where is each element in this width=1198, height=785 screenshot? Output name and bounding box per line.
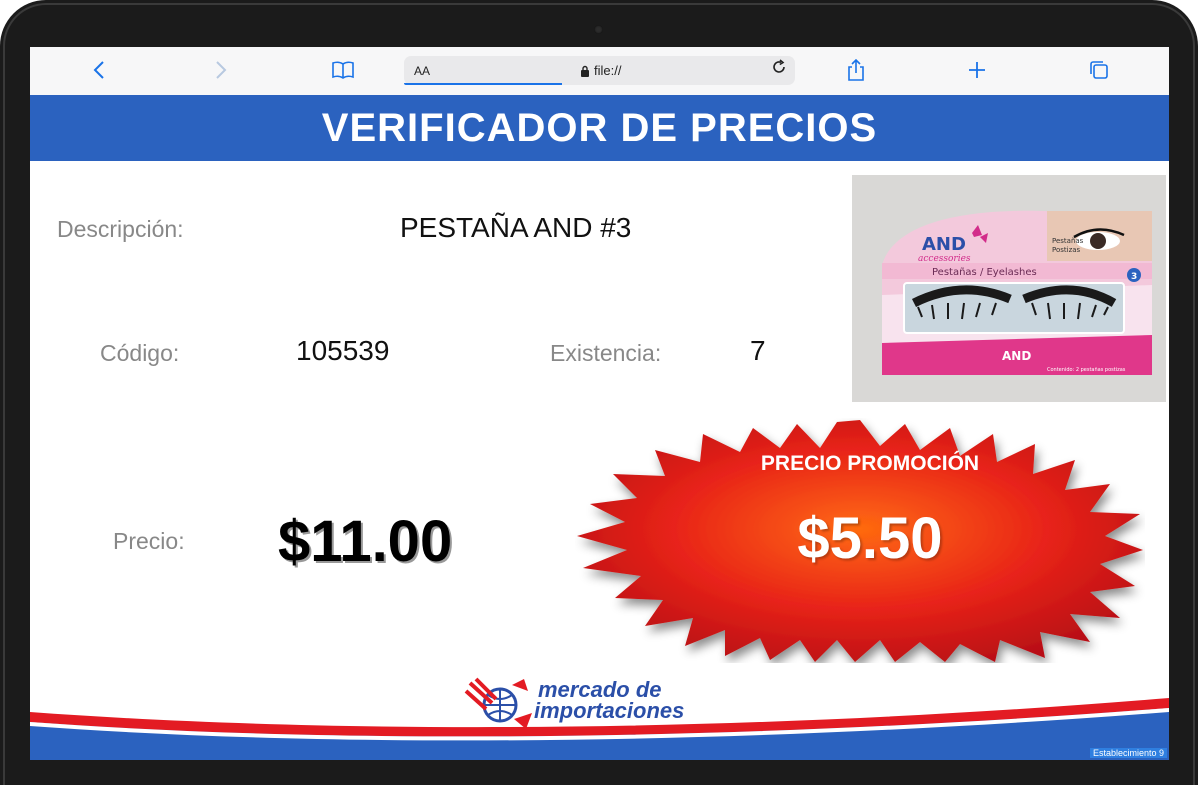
logo-text-line2: importaciones (534, 698, 685, 723)
tabs-icon[interactable] (1086, 57, 1112, 83)
promo-price: $5.50 (797, 506, 943, 571)
product-number-text: 3 (1131, 272, 1137, 282)
bookmarks-icon[interactable] (330, 57, 356, 83)
product-content-text: Contenido: 2 pestañas postizas (1047, 367, 1126, 373)
description-value: PESTAÑA AND #3 (400, 212, 632, 243)
regular-price: $11.00 (278, 509, 453, 574)
screen: AA file:// VERIFICADOR DE PRECIOS Descri… (30, 47, 1169, 760)
share-icon[interactable] (843, 57, 869, 83)
camera-icon (594, 25, 603, 34)
stock-value: 7 (750, 335, 766, 366)
price-label: Precio: (113, 528, 185, 554)
product-logo-small: AND (1002, 349, 1031, 363)
stock-label: Existencia: (550, 340, 662, 366)
browser-toolbar: AA file:// (30, 47, 1169, 96)
product-strip-text: Pestañas / Eyelashes (932, 267, 1037, 278)
logo-globe-icon (464, 677, 532, 729)
product-image: Pestañas / Eyelashes 3 AND accessories P… (852, 175, 1166, 402)
product-brand-text: AND (922, 234, 966, 255)
store-badge: Establecimiento 9 (1089, 748, 1167, 758)
lock-icon (581, 65, 589, 77)
reader-aa-button[interactable]: AA (414, 64, 430, 78)
product-line2-text: Postizas (1052, 246, 1081, 254)
url-text: file:// (594, 63, 622, 78)
price-checker-page: VERIFICADOR DE PRECIOS Descripción: PEST… (30, 95, 1169, 760)
new-tab-icon[interactable] (964, 57, 990, 83)
product-line1-text: Pestañas (1052, 237, 1084, 245)
device-frame: AA file:// VERIFICADOR DE PRECIOS Descri… (0, 0, 1198, 785)
back-icon[interactable] (86, 57, 112, 83)
url-display: file:// (580, 63, 621, 78)
address-bar[interactable]: AA file:// (404, 56, 795, 85)
product-brand-sub-text: accessories (918, 254, 971, 264)
page-title: VERIFICADOR DE PRECIOS (321, 105, 878, 150)
forward-icon[interactable] (208, 57, 234, 83)
description-label: Descripción: (57, 216, 184, 242)
code-value: 105539 (296, 335, 390, 366)
code-label: Código: (100, 340, 180, 366)
header-band: VERIFICADOR DE PRECIOS (30, 95, 1169, 161)
promo-label: PRECIO PROMOCIÓN (760, 452, 980, 475)
reload-icon[interactable] (771, 59, 787, 80)
load-progress-bar (404, 83, 562, 85)
